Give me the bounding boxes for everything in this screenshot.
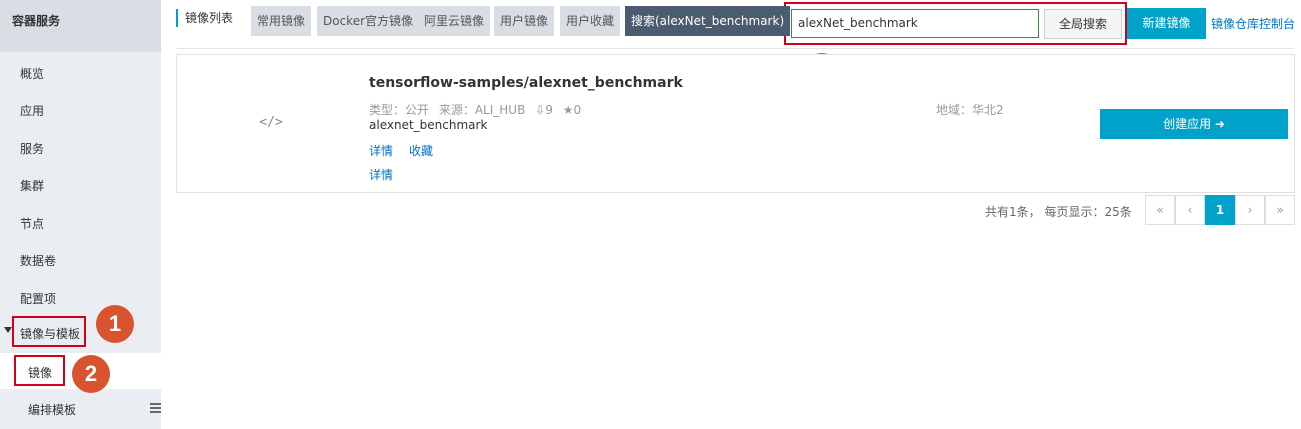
- annotation-box-1: [12, 316, 86, 347]
- repo-meta: 类型：公开 来源：ALI_HUB ⇩9 ★0: [369, 101, 581, 118]
- sidebar-item-templates[interactable]: 编排模板: [28, 401, 76, 418]
- detail-link[interactable]: 详情: [369, 142, 393, 159]
- annotation-box-2: [14, 355, 65, 386]
- sidebar-item-overview[interactable]: 概览: [20, 65, 44, 82]
- tab-docker-official[interactable]: Docker官方镜像: [317, 6, 420, 36]
- annotation-badge-1: 1: [96, 305, 134, 343]
- repo-description: alexnet_benchmark: [369, 118, 488, 132]
- favorite-link[interactable]: 收藏: [409, 142, 433, 159]
- page-title: 镜像列表: [176, 9, 233, 27]
- tab-search-result[interactable]: 搜索(alexNet_benchmark): [625, 6, 791, 36]
- sidebar-item-clusters[interactable]: 集群: [20, 177, 44, 194]
- sidebar-item-nodes[interactable]: 节点: [20, 215, 44, 232]
- sidebar-item-configmaps[interactable]: 配置项: [20, 290, 56, 307]
- registry-console-link[interactable]: 镜像仓库控制台: [1211, 15, 1295, 32]
- sidebar-header: 容器服务: [0, 0, 161, 52]
- divider: [176, 48, 1294, 49]
- tab-common-images[interactable]: 常用镜像: [251, 6, 312, 36]
- sidebar-item-applications[interactable]: 应用: [20, 102, 44, 119]
- global-search-button[interactable]: 全局搜索: [1044, 9, 1122, 39]
- download-icon: ⇩: [535, 103, 546, 117]
- pagination-last[interactable]: »: [1265, 195, 1295, 225]
- repo-region: 地域：华北2: [936, 103, 1004, 117]
- pagination-info: 共有1条， 每页显示：25条: [985, 205, 1132, 219]
- pagination-first[interactable]: «: [1145, 195, 1175, 225]
- tab-aliyun-images[interactable]: 阿里云镜像: [418, 6, 491, 36]
- download-count: 9: [545, 103, 553, 117]
- detail-link-2[interactable]: 详情: [369, 166, 393, 183]
- collapse-sidebar-icon[interactable]: [150, 403, 161, 415]
- pagination-next[interactable]: ›: [1235, 195, 1265, 225]
- star-count: 0: [573, 103, 582, 117]
- repo-name: tensorflow-samples/alexnet_benchmark: [369, 75, 683, 91]
- tab-user-images[interactable]: 用户镜像: [494, 6, 555, 36]
- new-image-button[interactable]: 新建镜像: [1127, 8, 1206, 39]
- repo-type: 类型：公开: [369, 103, 430, 117]
- search-input[interactable]: alexNet_benchmark: [791, 9, 1039, 38]
- sidebar-item-services[interactable]: 服务: [20, 140, 44, 157]
- create-app-button[interactable]: 创建应用 ➜: [1100, 109, 1288, 139]
- star-icon: ★: [562, 103, 574, 117]
- code-icon: </>: [259, 115, 283, 145]
- pagination-prev[interactable]: ‹: [1175, 195, 1205, 225]
- pagination-page-1[interactable]: 1: [1205, 195, 1235, 225]
- image-card: </> tensorflow-samples/alexnet_benchmark…: [176, 54, 1295, 193]
- tab-user-favorites[interactable]: 用户收藏: [560, 6, 621, 36]
- annotation-badge-2: 2: [72, 355, 110, 393]
- code-icon-glyph: </>: [259, 115, 283, 130]
- sidebar-item-volumes[interactable]: 数据卷: [20, 252, 56, 269]
- caret-down-icon: [4, 327, 12, 333]
- repo-source: 来源：ALI_HUB: [438, 103, 526, 117]
